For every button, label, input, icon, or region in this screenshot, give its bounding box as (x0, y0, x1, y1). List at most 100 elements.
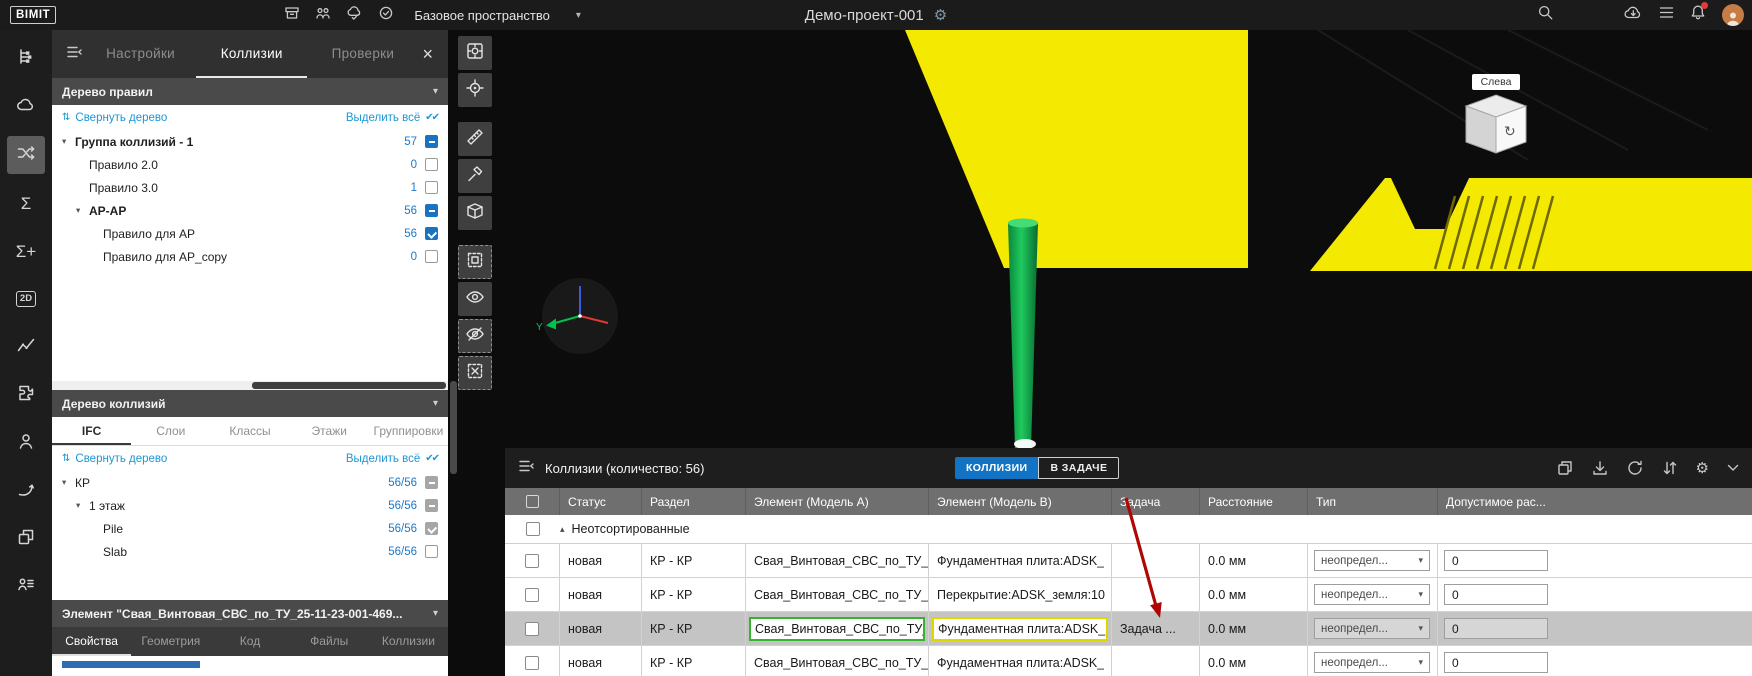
cloud-sync-icon[interactable] (346, 5, 363, 26)
axis-gizmo[interactable]: Y (535, 271, 625, 366)
tab-groupings[interactable]: Группировки (369, 417, 448, 445)
sidebar-item-2d[interactable]: 2D (0, 275, 52, 323)
tree-item[interactable]: Правило для АР56 (52, 222, 448, 245)
check-circle-icon[interactable] (378, 5, 394, 26)
rules-tree-header[interactable]: Дерево правил ▾ (52, 78, 448, 105)
tree-item[interactable]: Правило 2.00 (52, 153, 448, 176)
row-checkbox[interactable] (525, 622, 539, 636)
table-settings-icon[interactable]: ⚙ (1696, 461, 1709, 476)
checkbox[interactable] (425, 250, 438, 263)
table-row[interactable]: новая КР - КР Свая_Винтовая_СВС_по_ТУ_ Ф… (505, 646, 1752, 676)
column-element-a[interactable]: Элемент (Модель А) (746, 488, 929, 515)
column-status[interactable]: Статус (560, 488, 642, 515)
avatar[interactable] (1722, 4, 1744, 26)
allowed-distance-input[interactable]: 0 (1444, 550, 1548, 571)
view-cube[interactable]: Слева ↻ (1460, 74, 1532, 155)
checkbox[interactable] (425, 522, 438, 535)
refresh-icon[interactable] (1626, 459, 1644, 477)
table-row[interactable]: новая КР - КР Свая_Винтовая_СВС_по_ТУ_ Ф… (505, 612, 1752, 646)
row-checkbox[interactable] (525, 588, 539, 602)
checkbox[interactable] (425, 135, 438, 148)
cloud-download-icon[interactable] (1624, 5, 1643, 25)
tool-show[interactable] (458, 282, 492, 316)
users-network-icon[interactable] (315, 5, 331, 26)
search-icon[interactable] (1537, 4, 1554, 26)
tab-settings[interactable]: Настройки (85, 30, 196, 78)
tool-hide[interactable] (458, 319, 492, 353)
column-allowed-distance[interactable]: Допустимое рас... (1438, 488, 1752, 515)
view-cube-body[interactable]: ↻ (1460, 93, 1532, 155)
tool-measure[interactable] (458, 122, 492, 156)
allowed-distance-input[interactable]: 0 (1444, 652, 1548, 673)
in-task-toggle[interactable]: В ЗАДАЧЕ (1038, 457, 1119, 479)
sidebar-item-totals[interactable]: Σ (0, 179, 52, 227)
collapse-group-icon[interactable]: ▴ (560, 524, 565, 535)
tool-section-box[interactable] (458, 245, 492, 279)
table-menu-icon[interactable] (517, 458, 535, 479)
select-all-link[interactable]: Выделить всё✔✔ (346, 453, 438, 465)
row-checkbox[interactable] (525, 656, 539, 670)
tab-code[interactable]: Код (210, 627, 289, 656)
sidebar-item-users[interactable] (0, 419, 52, 467)
tree-item[interactable]: Правило для АР_copy0 (52, 245, 448, 268)
workspace-selector[interactable]: Базовое пространство ▾ (414, 8, 581, 23)
type-dropdown[interactable]: неопредел...▾ (1314, 618, 1430, 639)
column-distance[interactable]: Расстояние (1200, 488, 1308, 515)
checkbox[interactable] (425, 545, 438, 558)
collapse-tree-link[interactable]: ⇅Свернуть дерево (62, 453, 167, 465)
checkbox[interactable] (425, 476, 438, 489)
column-section[interactable]: Раздел (642, 488, 746, 515)
sidebar-item-spaces[interactable] (0, 83, 52, 131)
tree-item[interactable]: ▾АР-АР56 (52, 199, 448, 222)
sidebar-item-collisions[interactable] (0, 131, 52, 179)
group-row[interactable]: ▴ Неотсортированные (505, 515, 1752, 544)
tree-item[interactable]: ▾КР56/56 (52, 471, 448, 494)
select-all-checkbox[interactable] (526, 495, 539, 508)
row-checkbox[interactable] (526, 522, 540, 536)
collision-tree-header[interactable]: Дерево коллизий ▾ (52, 390, 448, 417)
allowed-distance-input[interactable]: 0 (1444, 584, 1548, 605)
tool-section-plane[interactable] (458, 196, 492, 230)
tab-collisions[interactable]: Коллизии (369, 627, 448, 656)
element-section-header[interactable]: Элемент "Свая_Винтовая_СВС_по_ТУ_25-11-2… (52, 600, 448, 627)
close-icon[interactable]: × (422, 45, 433, 63)
sidebar-item-plugins[interactable] (0, 371, 52, 419)
tool-clear-selection[interactable] (458, 356, 492, 390)
tab-floors[interactable]: Этажи (290, 417, 369, 445)
sidebar-item-totals-add[interactable]: Σ+ (0, 227, 52, 275)
tree-item[interactable]: Pile56/56 (52, 517, 448, 540)
collisions-toggle[interactable]: КОЛЛИЗИИ (955, 457, 1038, 479)
tab-properties[interactable]: Свойства (52, 627, 131, 656)
scrollbar-thumb[interactable] (252, 382, 446, 389)
tree-item[interactable]: ▾Группа коллизий - 157 (52, 130, 448, 153)
allowed-distance-input[interactable]: 0 (1444, 618, 1548, 639)
tool-home[interactable] (458, 36, 492, 70)
checkbox[interactable] (425, 227, 438, 240)
checkbox[interactable] (425, 158, 438, 171)
tab-geometry[interactable]: Геометрия (131, 627, 210, 656)
project-settings-icon[interactable]: ⚙ (934, 6, 947, 24)
tab-checks[interactable]: Проверки (307, 30, 418, 78)
foundation-slab-column[interactable] (905, 30, 1248, 268)
column-task[interactable]: Задача (1112, 488, 1200, 515)
pile-green[interactable] (1008, 223, 1038, 448)
horizontal-scrollbar[interactable] (52, 381, 448, 390)
sort-updown-icon[interactable] (1661, 459, 1679, 477)
checkbox[interactable] (425, 204, 438, 217)
import-icon[interactable] (1591, 459, 1609, 477)
sidebar-item-structure[interactable] (0, 35, 52, 83)
tab-classes[interactable]: Классы (210, 417, 289, 445)
type-dropdown[interactable]: неопредел...▾ (1314, 550, 1430, 571)
table-row[interactable]: новая КР - КР Свая_Винтовая_СВС_по_ТУ_ П… (505, 578, 1752, 612)
tool-locate[interactable] (458, 73, 492, 107)
sidebar-item-charts[interactable] (0, 323, 52, 371)
tool-pick-hammer[interactable] (458, 159, 492, 193)
collapse-tree-link[interactable]: ⇅Свернуть дерево (62, 112, 167, 124)
select-all-link[interactable]: Выделить всё✔✔ (346, 112, 438, 124)
tab-ifc[interactable]: IFC (52, 417, 131, 445)
tree-item[interactable]: Slab56/56 (52, 540, 448, 563)
checkbox[interactable] (425, 181, 438, 194)
tree-item[interactable]: Правило 3.01 (52, 176, 448, 199)
checkbox[interactable] (425, 499, 438, 512)
tab-files[interactable]: Файлы (290, 627, 369, 656)
